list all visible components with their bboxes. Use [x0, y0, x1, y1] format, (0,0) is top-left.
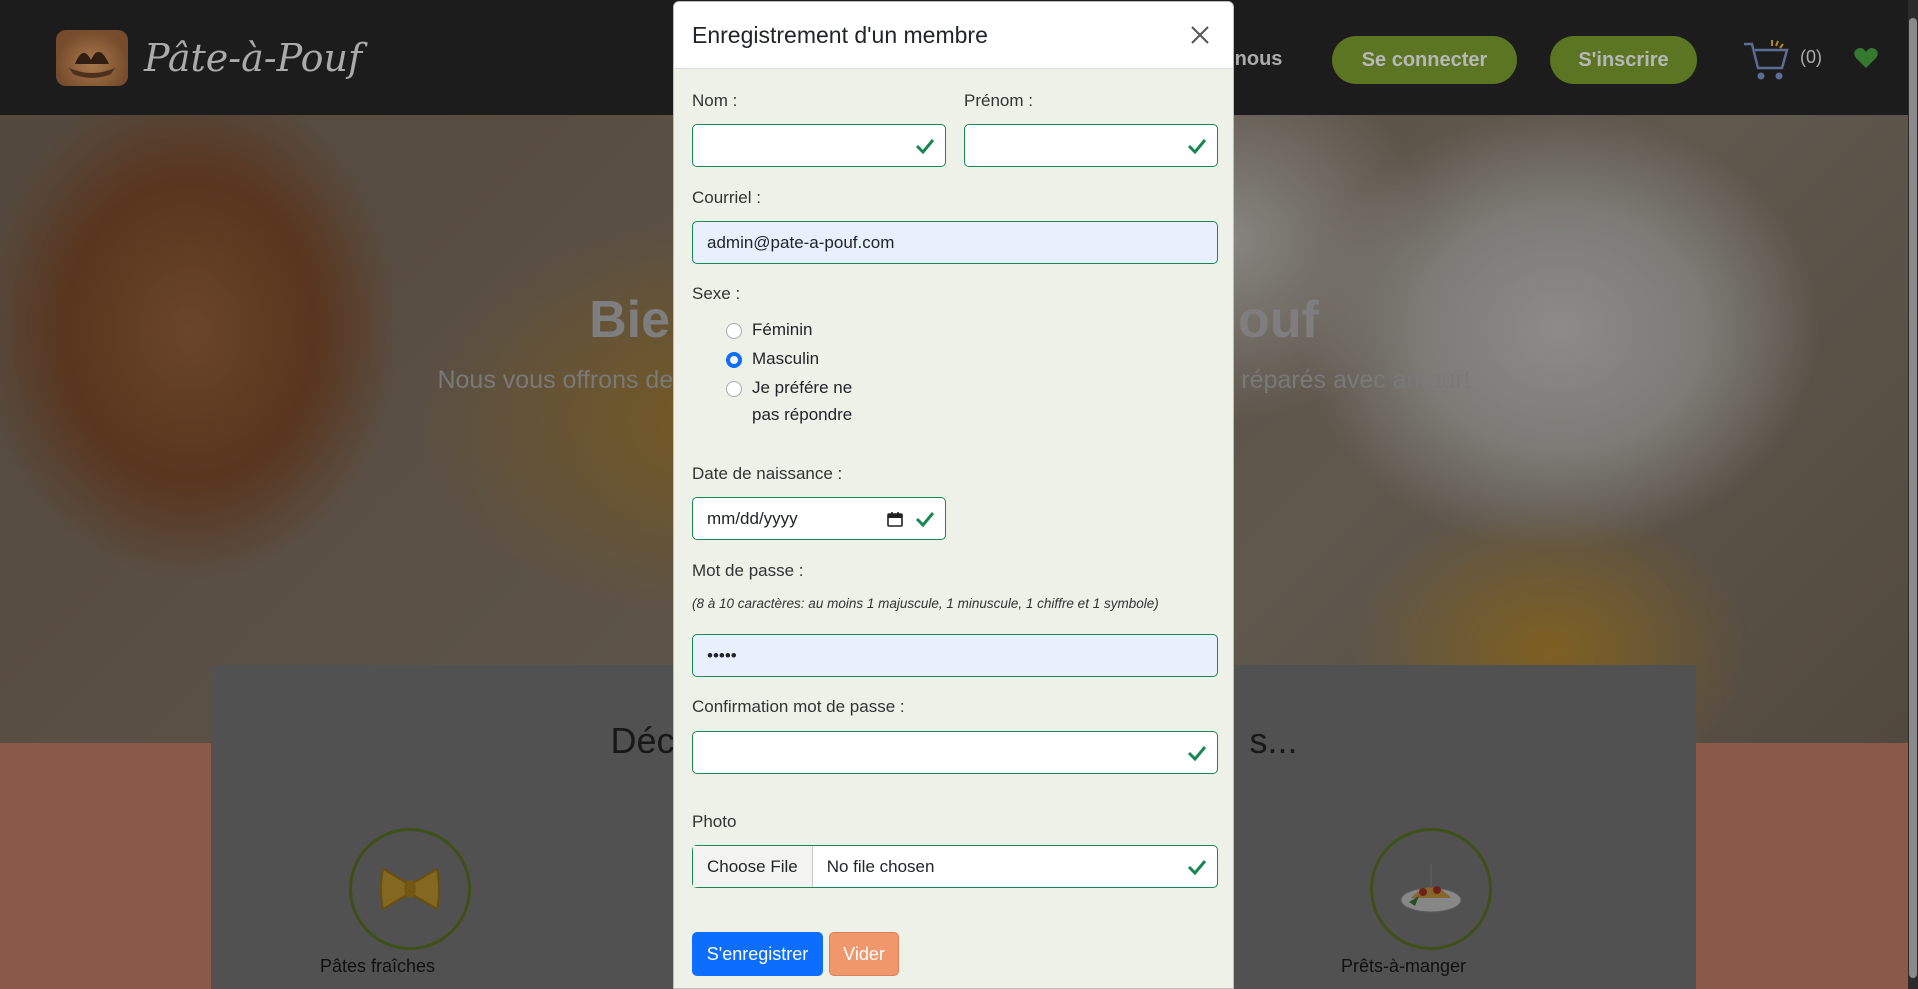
- reset-button[interactable]: Vider: [829, 932, 899, 976]
- mdp-label: Mot de passe :: [692, 561, 804, 580]
- naissance-label: Date de naissance :: [692, 464, 843, 483]
- modal-title: Enregistrement d'un membre: [692, 21, 988, 48]
- courriel-value: admin@pate-a-pouf.com: [707, 232, 895, 252]
- sexe-option-label: Féminin: [752, 320, 813, 339]
- submit-button[interactable]: S'enregistrer: [692, 932, 823, 976]
- nom-label: Nom :: [692, 91, 738, 110]
- valid-check-icon: [1187, 139, 1207, 155]
- scrollbar-thumb[interactable]: [1909, 18, 1917, 978]
- close-button[interactable]: [1185, 20, 1215, 50]
- sexe-option-feminin[interactable]: Féminin: [726, 320, 812, 340]
- mdp-value: •••••: [707, 645, 737, 665]
- photo-input[interactable]: Choose File No file chosen: [692, 845, 1218, 888]
- confirm-input[interactable]: [692, 731, 1218, 774]
- sexe-option-masculin[interactable]: Masculin: [726, 349, 819, 369]
- naissance-input[interactable]: mm/dd/yyyy: [692, 497, 946, 540]
- valid-check-icon: [915, 512, 935, 528]
- mdp-input[interactable]: •••••: [692, 634, 1218, 677]
- photo-label: Photo: [692, 812, 737, 831]
- photo-status: No file chosen: [826, 856, 935, 876]
- prenom-input[interactable]: [964, 124, 1218, 167]
- choose-file-button[interactable]: Choose File: [693, 846, 813, 887]
- courriel-label: Courriel :: [692, 188, 761, 207]
- close-icon: [1191, 26, 1209, 44]
- nom-input[interactable]: [692, 124, 946, 167]
- sexe-option-label: Masculin: [752, 349, 820, 368]
- radio-masculin[interactable]: [726, 352, 742, 368]
- radio-no-answer[interactable]: [726, 381, 742, 397]
- confirm-label: Confirmation mot de passe :: [692, 697, 905, 716]
- sexe-label: Sexe :: [692, 284, 741, 303]
- courriel-input[interactable]: admin@pate-a-pouf.com: [692, 221, 1218, 264]
- valid-check-icon: [915, 139, 935, 155]
- modal-header: Enregistrement d'un membre: [674, 2, 1233, 69]
- valid-check-icon: [1187, 746, 1207, 762]
- naissance-placeholder: mm/dd/yyyy: [707, 508, 798, 528]
- calendar-icon[interactable]: [887, 511, 903, 527]
- sexe-option-label-line2: pas répondre: [752, 405, 853, 424]
- registration-modal: Enregistrement d'un membre Nom : Prénom …: [673, 1, 1234, 989]
- valid-check-icon: [1187, 860, 1207, 876]
- sexe-option-label-line1: Je préfére ne: [752, 378, 853, 397]
- mdp-hint: (8 à 10 caractères: au moins 1 majuscule…: [692, 596, 1159, 611]
- sexe-option-no-answer[interactable]: Je préfére ne pas répondre: [726, 378, 852, 428]
- radio-feminin[interactable]: [726, 323, 742, 339]
- prenom-label: Prénom :: [964, 91, 1033, 110]
